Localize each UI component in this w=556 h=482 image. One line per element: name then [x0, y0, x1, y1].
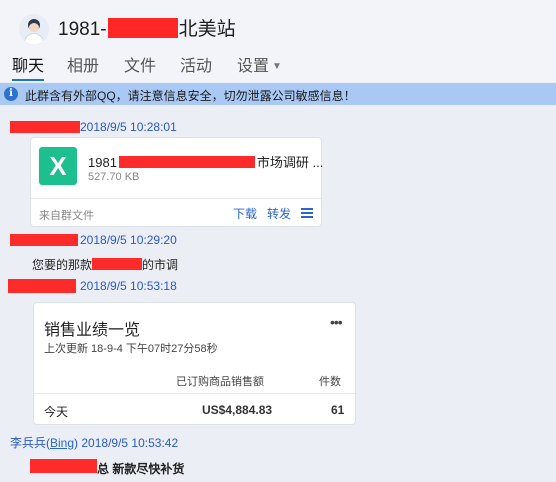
column-header: 件数: [319, 376, 341, 388]
group-title-prefix: 1981-: [58, 19, 107, 40]
excel-file-icon: X: [39, 147, 77, 185]
group-avatar[interactable]: [19, 14, 49, 44]
redacted-sender: [10, 234, 78, 246]
menu-icon[interactable]: [301, 208, 313, 218]
file-size: 527.70 KB: [88, 171, 140, 183]
file-name[interactable]: 1981 市场调研 ...: [88, 152, 323, 171]
message-time: 2018/9/5 10:29:20: [80, 233, 177, 247]
redacted-block: [118, 156, 255, 168]
redacted-sender: [10, 121, 80, 133]
message-text-part: 您要的那款: [32, 258, 93, 272]
file-name-suffix: 市场调研 ...: [256, 155, 324, 170]
file-card[interactable]: X 1981 市场调研 ... 527.70 KB 来自群文件 下载 转发: [30, 137, 323, 227]
message-text: 总 新款尽快补货: [97, 462, 185, 476]
tab-activity[interactable]: 活动: [180, 52, 212, 76]
message-text: 您要的那款 的市调: [32, 256, 178, 273]
sender-name[interactable]: 李兵兵(: [10, 436, 50, 450]
redacted-block: [107, 18, 178, 38]
tab-album[interactable]: 相册: [67, 52, 99, 76]
message-time: 2018/9/5 10:53:42: [81, 436, 179, 450]
forward-link[interactable]: 转发: [267, 205, 291, 222]
group-title-suffix: 北美站: [178, 19, 236, 40]
sales-summary-card[interactable]: 销售业绩一览 ••• 上次更新 18-9-4 下午07时27分58秒 已订购商品…: [33, 302, 356, 425]
avatar-face: [29, 23, 39, 32]
group-title: 1981- 北美站: [58, 14, 236, 41]
file-name-prefix: 1981: [88, 155, 117, 170]
message-time: 2018/9/5 10:53:18: [80, 279, 177, 293]
info-icon: i: [4, 87, 18, 101]
sales-value: US$4,884.83: [202, 403, 273, 417]
tab-files[interactable]: 文件: [124, 52, 156, 76]
redacted-block: [92, 258, 143, 270]
message-time: 2018/9/5 10:28:01: [80, 120, 177, 134]
avatar-body: [24, 33, 44, 44]
redacted-block: [30, 459, 97, 473]
message-text-part: 的市调: [142, 258, 179, 272]
download-link[interactable]: 下载: [233, 205, 257, 222]
divider: [31, 198, 321, 199]
sender-name-end: ): [74, 436, 79, 450]
card-title: 销售业绩一览: [44, 322, 141, 339]
tab-settings[interactable]: 设置 ▼: [237, 52, 282, 76]
tab-chat[interactable]: 聊天: [12, 52, 45, 81]
column-header: 已订购商品销售额: [176, 376, 264, 388]
count-value: 61: [331, 403, 345, 417]
sender-link[interactable]: Bing: [50, 436, 74, 450]
security-notice-bar: i 此群含有外部QQ，请注意信息安全，切勿泄露公司敏感信息！: [0, 83, 556, 105]
last-updated: 上次更新 18-9-4 下午07时27分58秒: [44, 343, 218, 355]
more-options-icon[interactable]: •••: [330, 314, 343, 330]
security-notice-text: 此群含有外部QQ，请注意信息安全，切勿泄露公司敏感信息！: [25, 89, 356, 103]
chat-header: 1981- 北美站 聊天 相册 文件 活动 设置 ▼: [0, 0, 556, 82]
message-header: 李兵兵(Bing) 2018/9/5 10:53:42: [10, 434, 178, 451]
file-source: 来自群文件: [39, 210, 94, 222]
redacted-sender: [8, 279, 76, 293]
divider: [34, 393, 355, 394]
row-label: 今天: [44, 405, 69, 419]
tab-settings-label: 设置: [237, 58, 270, 75]
chevron-down-icon: ▼: [272, 61, 282, 72]
